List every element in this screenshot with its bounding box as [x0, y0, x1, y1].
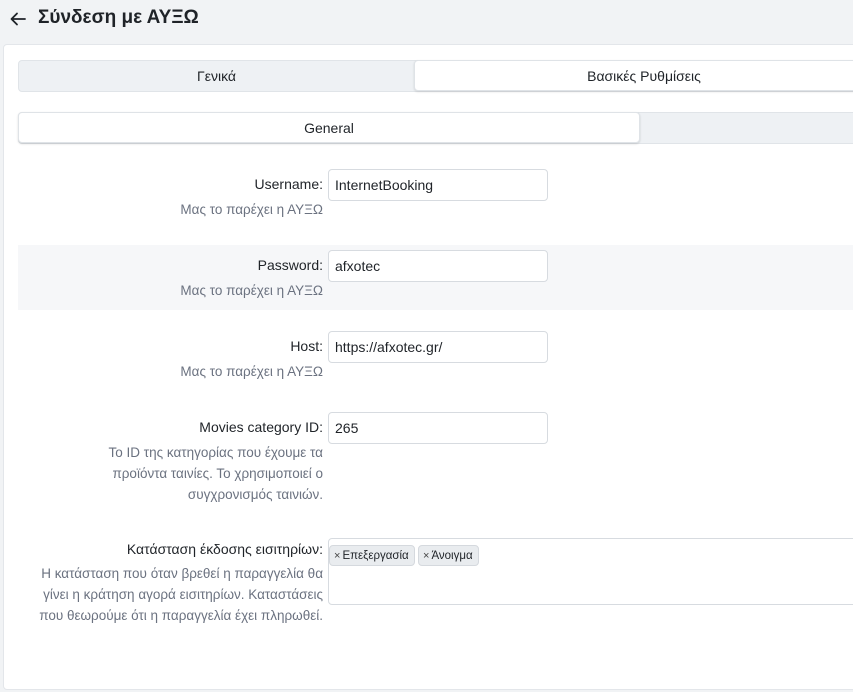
password-row: Password: Μας το παρέχει η ΑΥΞΩ afxotec: [18, 245, 853, 310]
host-label: Host:: [290, 338, 323, 354]
host-input[interactable]: https://afxotec.gr/: [328, 331, 548, 363]
password-label: Password:: [257, 257, 323, 273]
password-input[interactable]: afxotec: [328, 250, 548, 282]
arrow-left-icon[interactable]: [8, 9, 28, 29]
movies-category-row: Movies category ID: Το ID της κατηγορίας…: [18, 407, 853, 507]
movies-category-input[interactable]: 265: [328, 412, 548, 444]
sub-tabs: General: [18, 112, 853, 144]
tab-general-en[interactable]: General: [18, 112, 640, 143]
main-tabs: Γενικά Βασικές Ρυθμίσεις: [18, 60, 853, 92]
ticket-status-row: Κατάσταση έκδοσης εισιτηρίων: Η κατάστασ…: [18, 531, 853, 661]
remove-chip-icon[interactable]: ×: [334, 550, 340, 562]
host-help: Μας το παρέχει η ΑΥΞΩ: [180, 364, 323, 379]
username-help: Μας το παρέχει η ΑΥΞΩ: [180, 202, 323, 217]
username-label: Username:: [254, 176, 323, 192]
username-row: Username: Μας το παρέχει η ΑΥΞΩ Internet…: [18, 164, 853, 232]
chip-label: Επεξεργασία: [342, 549, 409, 562]
page-title: Σύνδεση με ΑΥΞΩ: [38, 7, 199, 28]
ticket-status-label: Κατάσταση έκδοσης εισιτηρίων:: [126, 541, 323, 557]
status-chip: × Επεξεργασία: [329, 545, 415, 566]
remove-chip-icon[interactable]: ×: [423, 550, 429, 562]
ticket-status-select[interactable]: × Επεξεργασία × Άνοιγμα: [328, 538, 853, 605]
chip-label: Άνοιγμα: [431, 549, 473, 562]
username-input[interactable]: InternetBooking: [328, 169, 548, 201]
movies-category-label: Movies category ID:: [199, 419, 323, 435]
ticket-status-help: Η κατάσταση που όταν βρεθεί η παραγγελία…: [39, 566, 323, 623]
host-row: Host: Μας το παρέχει η ΑΥΞΩ https://afxo…: [18, 326, 853, 394]
page-header: Σύνδεση με ΑΥΞΩ: [0, 0, 853, 38]
tab-basic-settings[interactable]: Βασικές Ρυθμίσεις: [414, 60, 853, 91]
movies-category-help: Το ID της κατηγορίας που έχουμε τα προϊό…: [108, 445, 324, 502]
tab-general[interactable]: Γενικά: [19, 61, 414, 91]
status-chip: × Άνοιγμα: [418, 545, 479, 566]
password-help: Μας το παρέχει η ΑΥΞΩ: [180, 283, 323, 298]
